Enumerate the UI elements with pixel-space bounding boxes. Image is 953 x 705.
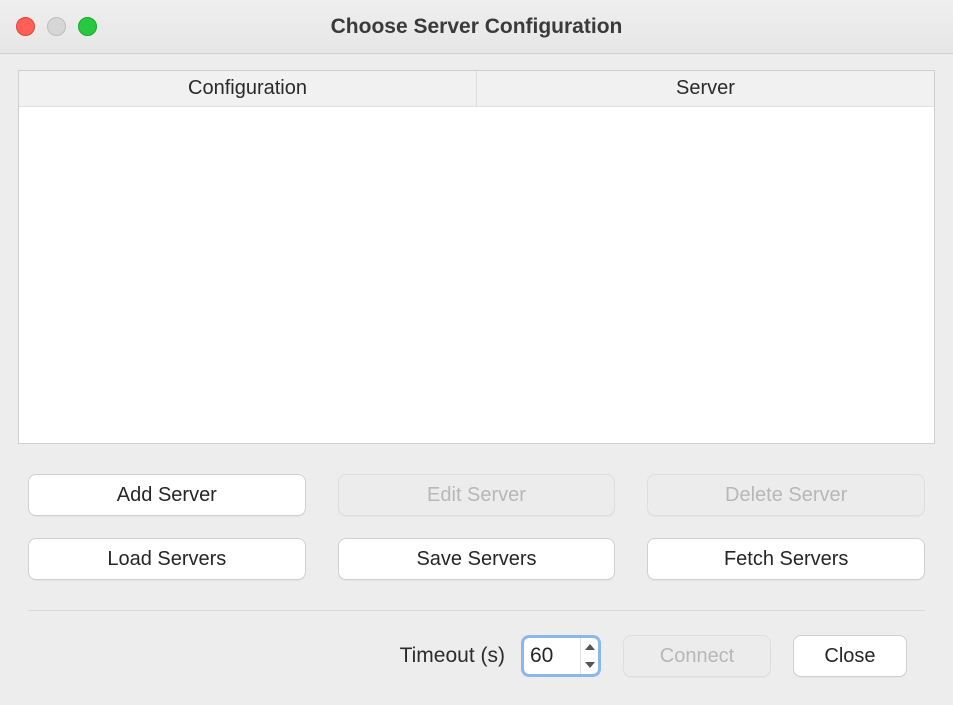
window-title: Choose Server Configuration [0, 15, 953, 39]
spin-buttons [580, 638, 598, 674]
titlebar: Choose Server Configuration [0, 0, 953, 54]
fetch-servers-button[interactable]: Fetch Servers [647, 538, 925, 580]
edit-server-button: Edit Server [338, 474, 616, 516]
save-servers-button[interactable]: Save Servers [338, 538, 616, 580]
button-panel: Add Server Edit Server Delete Server Loa… [28, 474, 925, 580]
server-table[interactable]: Configuration Server [18, 70, 935, 444]
table-header: Configuration Server [19, 71, 934, 107]
delete-server-button: Delete Server [647, 474, 925, 516]
timeout-label: Timeout (s) [400, 644, 505, 668]
timeout-spinbox[interactable] [521, 635, 601, 677]
table-body[interactable] [19, 107, 934, 443]
add-server-button[interactable]: Add Server [28, 474, 306, 516]
connect-button: Connect [623, 635, 771, 677]
minimize-window-icon [47, 17, 66, 36]
zoom-window-icon[interactable] [78, 17, 97, 36]
footer: Timeout (s) Connect Close [18, 611, 935, 677]
window-controls [16, 17, 97, 36]
column-configuration[interactable]: Configuration [19, 71, 477, 106]
close-window-icon[interactable] [16, 17, 35, 36]
close-button[interactable]: Close [793, 635, 907, 677]
stepper-down-icon[interactable] [581, 656, 598, 674]
load-servers-button[interactable]: Load Servers [28, 538, 306, 580]
stepper-up-icon[interactable] [581, 638, 598, 656]
column-server[interactable]: Server [477, 71, 934, 106]
content-area: Configuration Server Add Server Edit Ser… [0, 54, 953, 677]
timeout-input[interactable] [524, 638, 580, 674]
